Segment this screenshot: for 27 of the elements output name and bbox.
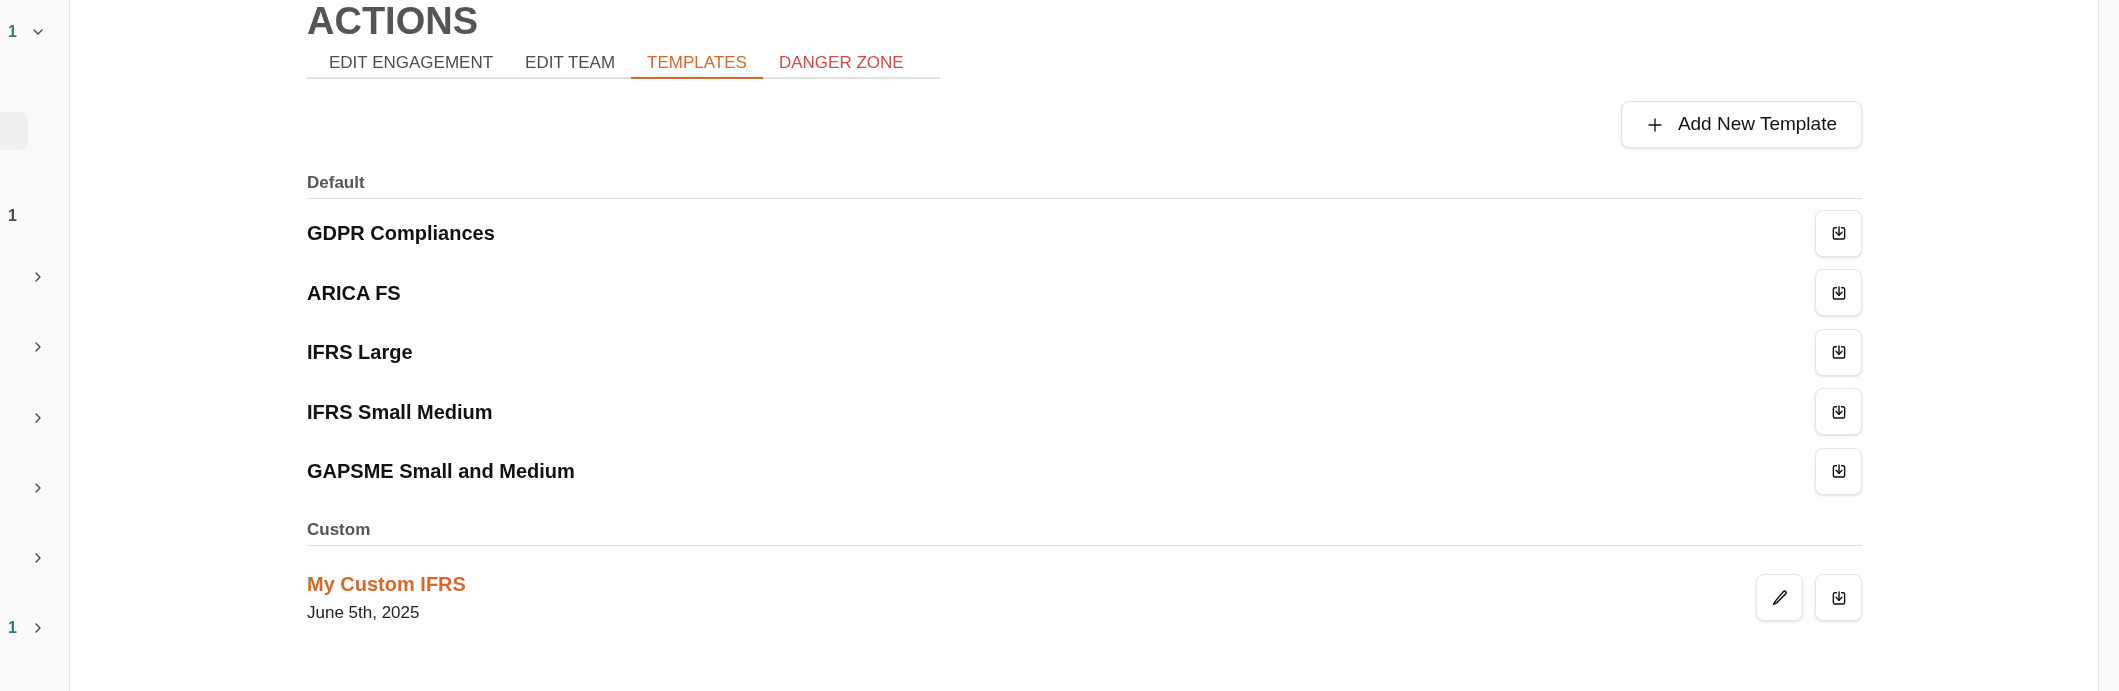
tab[interactable]: DANGER ZONE <box>762 48 920 79</box>
page-title: ACTIONS <box>307 2 478 40</box>
download-button[interactable] <box>1815 328 1862 376</box>
template-name: IFRS Small Medium <box>307 399 493 425</box>
template-name: GDPR Compliances <box>307 221 495 246</box>
download-button[interactable] <box>1815 447 1862 495</box>
download-button[interactable] <box>1815 388 1862 435</box>
edit-button[interactable] <box>1756 574 1803 621</box>
tab[interactable]: EDIT TEAM <box>509 48 632 79</box>
download-button[interactable] <box>1815 269 1862 316</box>
item-count: 1 <box>8 24 17 40</box>
add-template-button[interactable]: Add New Template <box>1620 101 1862 148</box>
pencil-icon <box>1770 588 1789 607</box>
template-name: GAPSME Small and Medium <box>307 459 575 484</box>
template-name: ARICA FS <box>307 280 401 306</box>
download-button[interactable] <box>1815 209 1862 257</box>
item-count: 1 <box>8 620 17 636</box>
template-link[interactable]: My Custom IFRS <box>307 570 466 598</box>
download-button[interactable] <box>1815 574 1862 621</box>
item-count: 1 <box>8 208 17 224</box>
template-name: IFRS Large <box>307 340 413 365</box>
plus-icon <box>1645 115 1664 134</box>
section-heading: Default <box>307 172 365 194</box>
tab[interactable]: TEMPLATES <box>631 48 763 79</box>
tab[interactable]: EDIT ENGAGEMENT <box>313 48 510 79</box>
template-date: June 5th, 2025 <box>307 602 420 624</box>
section-heading: Custom <box>307 519 371 541</box>
